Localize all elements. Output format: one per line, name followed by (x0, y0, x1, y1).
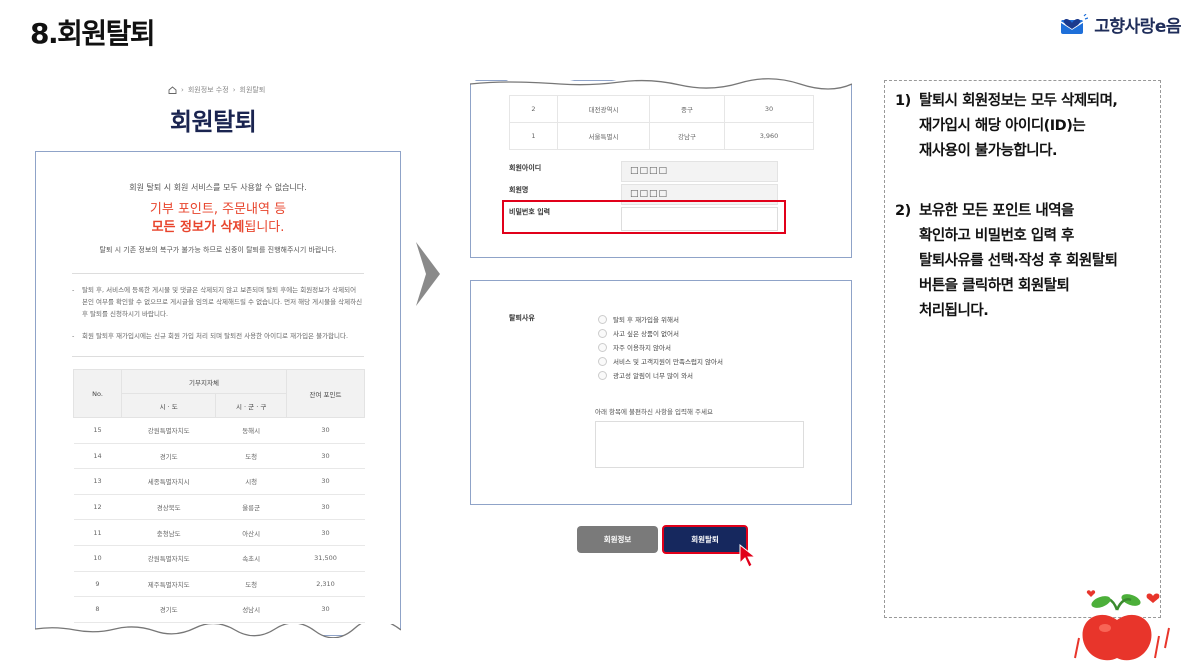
divider (72, 356, 364, 357)
reason-option[interactable]: 탈퇴 후 재가입을 위해서 (598, 312, 723, 326)
table-row: 14 경기도 도청 30 (73, 443, 365, 470)
torn-edge (35, 624, 401, 638)
member-info-button[interactable]: 회원정보 (577, 526, 658, 553)
radio-button[interactable] (598, 342, 607, 352)
col-header-no: No. (73, 369, 122, 418)
breadcrumb-item[interactable]: 회원정보 수정 (188, 85, 229, 95)
member-id-field: □□□□ (621, 161, 778, 182)
col-header-sigungu: 시 · 군 · 구 (215, 393, 287, 418)
reason-label: 탈퇴사유 (509, 314, 535, 322)
cursor-icon (739, 543, 757, 568)
member-name-label: 회원명 (509, 186, 529, 194)
brand-logo: 고향사랑e음 (1058, 12, 1181, 37)
reason-option[interactable]: 서비스 및 고객지원이 만족스럽지 않아서 (598, 354, 723, 368)
home-icon (168, 86, 177, 94)
instruction-step-2: 2) 보유한 모든 포인트 내역을 확인하고 비밀번호 입력 후 탈퇴사유를 선택… (895, 203, 1118, 319)
chevron-right-icon (416, 242, 440, 306)
withdraw-notice-panel: 회원 탈퇴 시 회원 서비스를 모두 사용할 수 없습니다. 기부 포인트, 주… (35, 151, 401, 636)
brand-name: 고향사랑e음 (1094, 17, 1181, 37)
table-row: 13 세종특별자치시 시청 30 (73, 468, 365, 495)
reason-option[interactable]: 사고 싶은 상품이 없어서 (598, 326, 723, 340)
radio-button[interactable] (598, 370, 607, 380)
radio-button[interactable] (598, 356, 607, 366)
col-header-points: 잔여 포인트 (286, 369, 365, 418)
notice-bullet: - 탈퇴 후, 서비스에 등록한 게시물 및 댓글은 삭제되지 않고 보존되며 탈… (72, 286, 363, 318)
breadcrumb-item[interactable]: 회원탈퇴 (240, 85, 266, 95)
col-header-group: 기부지자체 (121, 369, 287, 394)
table-row: 8 경기도 성남시 30 (73, 596, 365, 623)
notice-bottom: 탈퇴 시 기존 정보의 복구가 불가능 하므로 신중이 탈퇴를 진행해주시기 바… (99, 246, 337, 254)
table-row: 1 서울특별시 강남구 3,960 (509, 122, 814, 150)
radio-button[interactable] (598, 314, 607, 324)
radio-button[interactable] (598, 328, 607, 338)
slide-title: 8.회원탈퇴 (30, 17, 156, 50)
table-row: 11 충청남도 아산시 30 (73, 519, 365, 546)
member-id-label: 회원아이디 (509, 164, 542, 172)
withdraw-button[interactable]: 회원탈퇴 (662, 525, 748, 554)
divider (72, 273, 364, 274)
table-row: 15 강원특별자치도 동해시 30 (73, 417, 365, 444)
account-panel: 2 대전광역시 중구 30 1 서울특별시 강남구 3,960 회원아이디 □□□□ 회원명… (470, 80, 852, 258)
col-header-sido: 시 · 도 (120, 393, 217, 418)
notice-warning: 기부 포인트, 주문내역 등 모든 정보가 삭제됩니다. (36, 201, 400, 237)
reason-radio-group: 탈퇴 후 재가입을 위해서 사고 싶은 상품이 없어서 자주 이용하지 않아서 … (598, 312, 723, 382)
page-heading: 회원탈퇴 (170, 108, 257, 136)
torn-edge (470, 76, 852, 90)
highlight-box (502, 200, 786, 234)
instruction-box: 1) 탈퇴시 회원정보는 모두 삭제되며, 재가입시 해당 아이디(ID)는 재사… (884, 80, 1161, 618)
reason-option[interactable]: 광고성 알림이 너무 많이 와서 (598, 368, 723, 382)
table-row: 10 강원특별자치도 속초시 31,500 (73, 545, 365, 572)
table-row: 9 제주특별자치도 도청 2,310 (73, 571, 365, 598)
instruction-step-1: 1) 탈퇴시 회원정보는 모두 삭제되며, 재가입시 해당 아이디(ID)는 재사… (895, 93, 1118, 159)
heart-mail-icon (1060, 13, 1089, 34)
reason-textarea[interactable] (595, 421, 804, 468)
table-row: 2 대전광역시 중구 30 (509, 95, 814, 123)
points-table-end: 2 대전광역시 중구 30 1 서울특별시 강남구 3,960 (509, 95, 814, 150)
breadcrumb: › 회원정보 수정 › 회원탈퇴 (168, 85, 265, 95)
notice-warning-line1: 기부 포인트, 주문내역 등 (149, 202, 287, 217)
notice-top: 회원 탈퇴 시 회원 서비스를 모두 사용할 수 없습니다. (129, 183, 307, 192)
table-row: 12 경상북도 울릉군 30 (73, 494, 365, 521)
reason-prompt: 아래 항목에 불편하신 사항을 입력해 주세요 (595, 408, 713, 416)
reason-panel: 탈퇴사유 탈퇴 후 재가입을 위해서 사고 싶은 상품이 없어서 자주 이용하지… (470, 280, 852, 505)
notice-bullet: - 회원 탈퇴후 재가입시에는 신규 회원 가입 처리 되며 탈퇴전 사용한 아이… (72, 332, 349, 340)
points-table: No. 기부지자체 잔여 포인트 시 · 도 시 · 군 · 구 15 강원특별자… (73, 369, 365, 623)
apple-mascot-icon (1074, 590, 1170, 661)
notice-warning-bold: 모든 정보가 삭제 (151, 220, 245, 235)
notice-warning-tail: 됩니다. (244, 220, 285, 235)
reason-option[interactable]: 자주 이용하지 않아서 (598, 340, 723, 354)
